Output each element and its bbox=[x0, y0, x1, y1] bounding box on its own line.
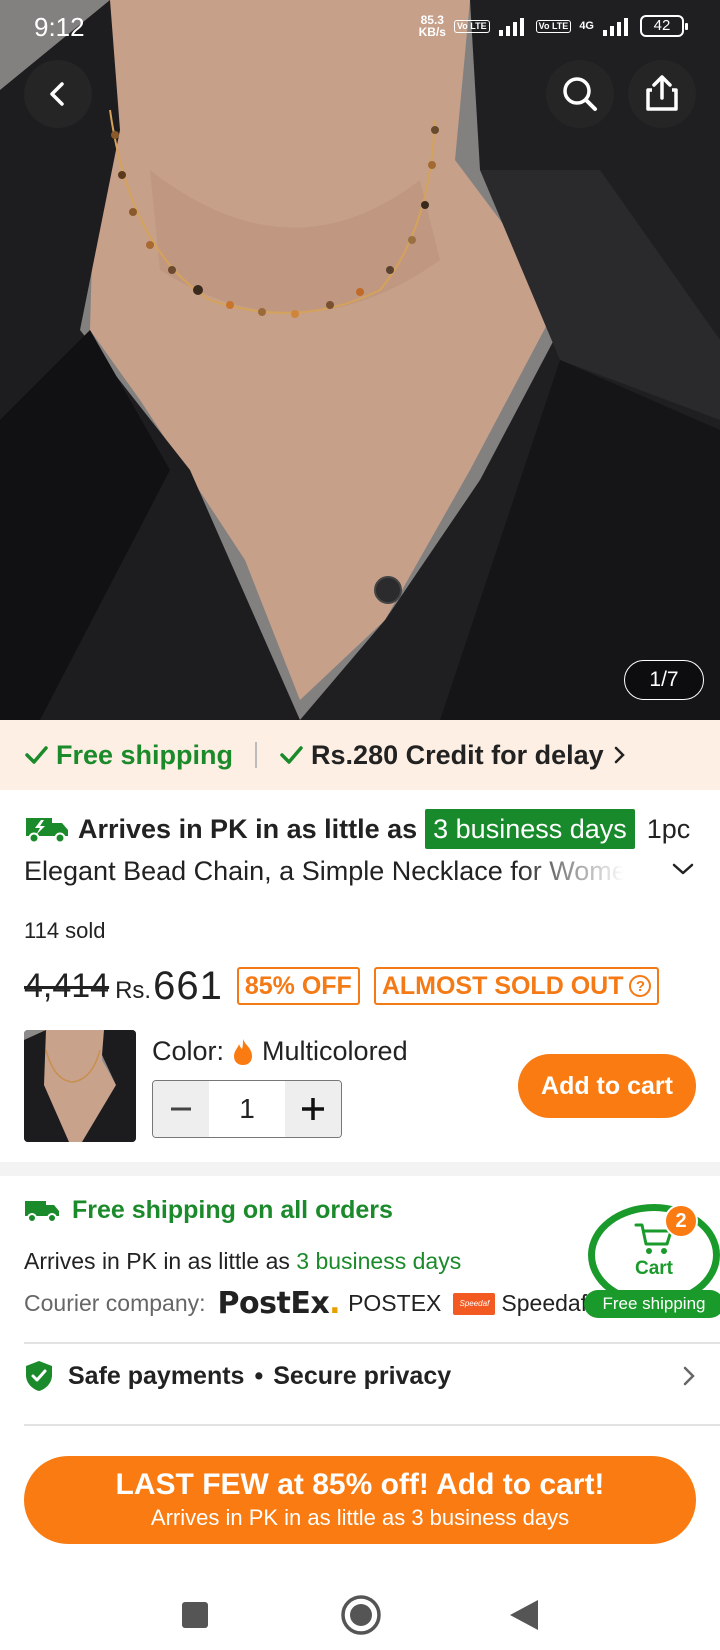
variant-thumbnail-image bbox=[24, 1030, 136, 1142]
shield-check-icon bbox=[26, 1361, 52, 1391]
arrival-text: Arrives in PK in as little as bbox=[78, 814, 418, 844]
cart-free-shipping-pill: Free shipping bbox=[584, 1290, 720, 1318]
sale-price: 661 bbox=[153, 963, 223, 1008]
banner-divider bbox=[255, 742, 258, 768]
fast-delivery-truck-icon bbox=[26, 818, 68, 844]
recent-apps-icon[interactable] bbox=[180, 1600, 210, 1630]
flame-icon bbox=[234, 1038, 253, 1065]
safe-payments-label: Safe payments bbox=[68, 1361, 245, 1390]
speedaf-logo: Speedaf bbox=[453, 1292, 496, 1315]
battery-icon: 42 bbox=[640, 15, 688, 37]
home-icon[interactable] bbox=[340, 1594, 382, 1636]
volte-icon-2: Vo LTE bbox=[535, 19, 572, 33]
price-row: 4,414 Rs. 661 85% OFF ALMOST SOLD OUT ? bbox=[24, 960, 660, 1012]
chevron-down-icon[interactable] bbox=[670, 860, 696, 878]
check-icon bbox=[280, 746, 303, 764]
help-icon[interactable]: ? bbox=[629, 975, 652, 997]
plus-icon bbox=[302, 1098, 324, 1120]
back-button[interactable] bbox=[24, 60, 92, 128]
separator-dot: • bbox=[254, 1361, 264, 1390]
product-photo bbox=[0, 0, 720, 720]
back-nav-icon[interactable] bbox=[508, 1598, 540, 1632]
status-indicators: 85.3 KB/s Vo LTE Vo LTE 4G 42 bbox=[418, 13, 688, 39]
volte-icon: Vo LTE bbox=[453, 19, 490, 33]
courier-label: Courier company: bbox=[24, 1290, 206, 1316]
cart-label: Cart bbox=[634, 1258, 673, 1279]
system-nav-bar bbox=[0, 1566, 720, 1650]
cta-sub-text: Arrives in PK in as little as 3 business… bbox=[150, 1505, 570, 1530]
shipping-arrival-days: 3 business days bbox=[296, 1248, 462, 1274]
floating-cart-button[interactable]: Cart 2 Free shipping bbox=[584, 1200, 720, 1320]
cta-main-text: LAST FEW at 85% off! Add to cart! bbox=[115, 1468, 605, 1501]
color-label: Color: bbox=[152, 1036, 225, 1066]
courier-postex: POSTEX bbox=[348, 1290, 442, 1316]
share-button[interactable] bbox=[628, 60, 696, 128]
sold-count: 114 sold bbox=[24, 918, 106, 943]
color-value: Multicolored bbox=[262, 1036, 408, 1066]
image-counter: 1/7 bbox=[624, 660, 704, 700]
minus-icon bbox=[171, 1107, 191, 1111]
title-line-1: Arrives in PK in as little as 3 business… bbox=[24, 808, 704, 850]
shipping-arrival: Arrives in PK in as little as 3 business… bbox=[24, 1248, 462, 1274]
title-start: 1pc bbox=[646, 814, 691, 844]
title-line-2: Elegant Bead Chain, a Simple Necklace fo… bbox=[24, 850, 624, 892]
status-bar: 9:12 85.3 KB/s Vo LTE Vo LTE 4G 42 bbox=[0, 0, 720, 54]
product-image-gallery[interactable]: 9:12 85.3 KB/s Vo LTE Vo LTE 4G 42 1/7 bbox=[0, 0, 720, 720]
divider bbox=[24, 1342, 720, 1344]
secure-privacy-label: Secure privacy bbox=[273, 1361, 452, 1390]
color-selector[interactable]: Color: Multicolored bbox=[152, 1036, 408, 1067]
original-price: 4,414 bbox=[24, 966, 110, 1005]
cart-count-badge: 2 bbox=[664, 1204, 698, 1238]
arrival-days-pill: 3 business days bbox=[425, 809, 635, 849]
postex-logo: PostEx. bbox=[217, 1286, 341, 1321]
search-button[interactable] bbox=[546, 60, 614, 128]
shipping-info-title[interactable]: Free shipping on all orders bbox=[24, 1196, 393, 1225]
variant-thumbnail[interactable] bbox=[24, 1030, 136, 1142]
truck-icon bbox=[25, 1200, 59, 1223]
search-icon bbox=[563, 77, 597, 111]
delay-credit-link[interactable]: Rs.280 Credit for delay bbox=[279, 740, 626, 771]
add-to-cart-button[interactable]: Add to cart bbox=[518, 1054, 696, 1118]
add-to-cart-cta-button[interactable]: LAST FEW at 85% off! Add to cart! Arrive… bbox=[24, 1456, 696, 1544]
quantity-stepper[interactable]: 1 bbox=[152, 1080, 342, 1138]
section-divider bbox=[0, 1162, 720, 1176]
discount-badge: 85% OFF bbox=[236, 967, 360, 1005]
signal-icon bbox=[498, 18, 524, 36]
network-speed: 85.3 KB/s bbox=[418, 13, 446, 39]
divider bbox=[24, 1424, 720, 1426]
chevron-right-icon bbox=[614, 746, 625, 764]
status-time: 9:12 bbox=[34, 12, 85, 42]
signal-icon-2 bbox=[603, 18, 628, 36]
chevron-right-icon bbox=[683, 1366, 695, 1386]
shipping-banner[interactable]: Free shipping Rs.280 Credit for delay bbox=[0, 720, 720, 790]
stock-badge[interactable]: ALMOST SOLD OUT ? bbox=[373, 967, 660, 1005]
share-icon bbox=[646, 75, 678, 111]
increase-button[interactable] bbox=[285, 1081, 341, 1137]
courier-row: Courier company: PostEx. POSTEX Speedaf … bbox=[24, 1286, 613, 1321]
currency-symbol: Rs. bbox=[115, 977, 152, 1004]
product-title[interactable]: Arrives in PK in as little as 3 business… bbox=[24, 808, 704, 892]
safety-row[interactable]: Safe payments • Secure privacy bbox=[24, 1360, 696, 1392]
network-type: 4G bbox=[579, 20, 594, 32]
decrease-button[interactable] bbox=[153, 1081, 209, 1137]
quantity-value[interactable]: 1 bbox=[209, 1081, 285, 1137]
check-icon bbox=[25, 746, 48, 764]
chevron-left-icon bbox=[50, 82, 64, 106]
free-shipping-tag: Free shipping bbox=[24, 740, 233, 771]
